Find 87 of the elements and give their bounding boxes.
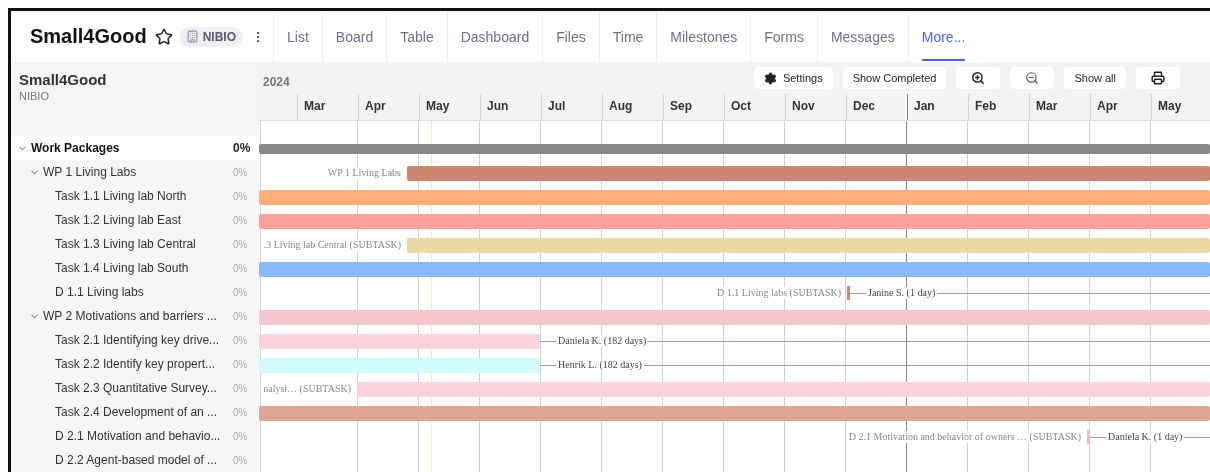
progress-value: 0% <box>233 406 249 418</box>
assignee-label: Janine S. (1 day) <box>866 287 938 299</box>
task-bar[interactable] <box>407 165 1210 181</box>
task-bar[interactable] <box>259 213 1210 229</box>
bar-label: nalysi… (SUBTASK) <box>263 383 351 395</box>
project-title: Small4Good <box>30 25 147 48</box>
leader-line <box>540 340 556 342</box>
summary-bar[interactable] <box>259 144 1210 154</box>
toolbar-button[interactable]: Show Completed <box>842 67 947 89</box>
month-header: Jul <box>541 94 602 120</box>
progress-value: 0% <box>233 166 249 178</box>
zoom-in-icon <box>971 71 986 85</box>
assignee-label: Daniela K. (182 days) <box>556 335 649 347</box>
workspace-badge[interactable]: NIBIO <box>178 26 244 47</box>
toolbar-button[interactable]: Show all <box>1064 67 1126 89</box>
tree-item[interactable]: D 1.1 Living labs <box>55 285 144 299</box>
task-bar[interactable] <box>259 189 1210 205</box>
year-label: 2024 <box>262 74 290 89</box>
month-header: Apr <box>358 94 419 120</box>
month-header: Nov <box>785 94 846 120</box>
month-header: May <box>1151 94 1210 120</box>
progress-value: 0% <box>233 334 249 346</box>
month-header: Feb <box>968 94 1029 120</box>
print-button[interactable] <box>1136 67 1180 89</box>
project-name: Small4Good <box>19 71 108 88</box>
tree-item[interactable]: Task 2.2 Identify key propert... <box>55 357 216 371</box>
tree-item[interactable]: Task 2.1 Identifying key drive... <box>55 333 220 347</box>
progress-value: 0% <box>233 286 249 298</box>
bar-label: D 2.1 Motivation and behavior of owners … (SUBTASK) <box>848 431 1081 443</box>
star-icon[interactable] <box>154 27 173 46</box>
workspace-label: NIBIO <box>19 90 50 102</box>
task-bar[interactable] <box>259 333 540 349</box>
month-header: Jan <box>907 94 968 120</box>
month-header: Apr <box>1090 94 1151 120</box>
progress-value: 0% <box>233 141 252 155</box>
progress-value: 0% <box>233 310 249 322</box>
progress-value: 0% <box>233 382 249 394</box>
month-header: Mar <box>1029 94 1090 120</box>
month-header: Jun <box>480 94 541 120</box>
tree-item[interactable]: Task 1.3 Living lab Central <box>55 237 196 251</box>
month-header: Mar <box>297 94 358 120</box>
month-header: May <box>419 94 480 120</box>
month-header: Oct <box>724 94 785 120</box>
tree-item[interactable]: WP 1 Living Labs <box>43 165 137 179</box>
tree-item[interactable]: Task 2.3 Quantitative Survey... <box>55 381 217 395</box>
tree-item[interactable]: Task 1.4 Living lab South <box>55 261 189 275</box>
bar-label: WP 1 Living Labs <box>327 167 401 179</box>
progress-value: 0% <box>233 214 249 226</box>
assignee-label: Daniela K. (1 day) <box>1106 431 1185 443</box>
leader-line <box>540 364 556 366</box>
month-header: Aug <box>602 94 663 120</box>
tree-item[interactable]: WP 2 Motivations and barriers ... <box>43 309 217 323</box>
tree-item[interactable]: Task 1.1 Living lab North <box>55 189 187 203</box>
milestone-marker[interactable] <box>1087 430 1090 444</box>
assignee-label: Henrik L. (182 days) <box>556 359 644 371</box>
tree-item[interactable]: D 2.2 Agent-based model of ... <box>55 453 218 467</box>
progress-value: 0% <box>233 190 249 202</box>
print-icon <box>1151 71 1165 85</box>
progress-value: 0% <box>233 238 249 250</box>
progress-value: 0% <box>233 430 249 442</box>
milestone-marker[interactable] <box>847 286 850 300</box>
tree-item[interactable]: Work Packages <box>31 141 120 155</box>
month-header: Sep <box>663 94 724 120</box>
task-bar[interactable] <box>259 261 1210 277</box>
progress-value: 0% <box>233 358 249 370</box>
month-header: Dec <box>846 94 907 120</box>
bar-label: D 1.1 Living labs (SUBTASK) <box>717 287 841 299</box>
task-bar[interactable] <box>357 381 1210 397</box>
leader-line <box>1090 436 1106 438</box>
bar-label: .3 Living lab Central (SUBTASK) <box>263 239 401 251</box>
tree-item[interactable]: Task 1.2 Living lab East <box>55 213 182 227</box>
progress-value: 0% <box>233 454 249 466</box>
task-bar[interactable] <box>259 309 1210 325</box>
task-bar[interactable] <box>407 237 1210 253</box>
progress-value: 0% <box>233 262 249 274</box>
tree-item[interactable]: D 2.1 Motivation and behavio... <box>55 429 221 443</box>
toolbar-button[interactable]: Settings <box>753 67 833 89</box>
tree-item[interactable]: Task 2.4 Development of an ... <box>55 405 218 419</box>
building-icon <box>185 30 199 43</box>
settings-icon <box>763 71 777 85</box>
leader-line <box>850 292 866 294</box>
task-bar[interactable] <box>259 405 1210 421</box>
leader-line <box>1184 436 1210 438</box>
zoom-in-button[interactable] <box>956 67 1001 89</box>
workspace-name: NIBIO <box>202 29 237 44</box>
zoom-out-button[interactable] <box>1010 67 1055 89</box>
zoom-out-icon <box>1025 71 1040 85</box>
